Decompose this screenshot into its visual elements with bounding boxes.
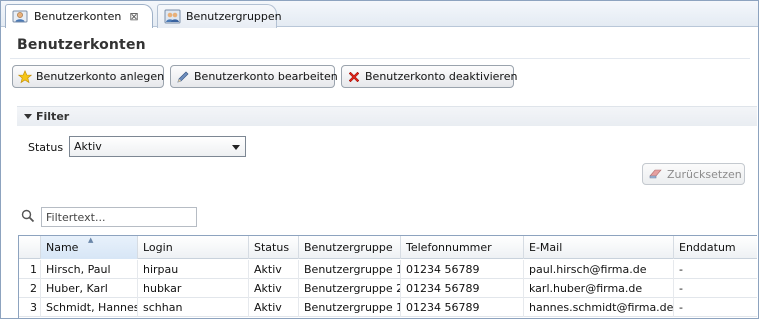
column-header-login[interactable]: Login bbox=[138, 236, 249, 259]
column-header-index[interactable] bbox=[19, 236, 41, 259]
cell-group: Benutzergruppe 1 bbox=[299, 260, 401, 279]
status-select[interactable]: Aktiv bbox=[69, 136, 246, 157]
filter-title: Filter bbox=[36, 110, 70, 123]
row-number: 1 bbox=[19, 260, 41, 279]
page-title: Benutzerkonten bbox=[17, 37, 146, 53]
accounts-table: Name ▲ Login Status Benutzergruppe Telef… bbox=[18, 235, 757, 318]
cell-group: Benutzergruppe 1 bbox=[299, 298, 401, 317]
table-header: Name ▲ Login Status Benutzergruppe Telef… bbox=[19, 236, 757, 259]
cell-phone: 01234 56789 bbox=[401, 279, 524, 298]
close-icon[interactable]: ⊠ bbox=[129, 10, 138, 23]
edit-account-button[interactable]: Benutzerkonto bearbeiten bbox=[170, 65, 338, 88]
create-account-button[interactable]: Benutzerkonto anlegen bbox=[12, 65, 164, 88]
star-icon bbox=[18, 69, 32, 84]
eraser-icon bbox=[649, 168, 663, 180]
cell-phone: 01234 56789 bbox=[401, 298, 524, 317]
sort-ascending-icon: ▲ bbox=[88, 236, 94, 244]
column-header-group[interactable]: Benutzergruppe bbox=[299, 236, 401, 259]
cell-login: hubkar bbox=[138, 279, 249, 298]
cell-name: Schmidt, Hannes bbox=[41, 298, 138, 317]
cell-status: Aktiv bbox=[249, 279, 299, 298]
deactivate-account-button[interactable]: Benutzerkonto deaktivieren bbox=[341, 65, 518, 88]
chevron-down-icon bbox=[232, 145, 240, 150]
search-icon bbox=[21, 209, 35, 223]
column-header-label: Name bbox=[46, 241, 79, 254]
pencil-icon bbox=[176, 70, 190, 84]
status-label: Status bbox=[28, 141, 64, 154]
column-header-email[interactable]: E-Mail bbox=[524, 236, 674, 259]
tab-label: Benutzerkonten bbox=[34, 10, 122, 23]
column-header-name[interactable]: Name ▲ bbox=[41, 236, 138, 259]
cell-email: hannes.schmidt@firma.de bbox=[524, 298, 674, 317]
cell-login: schhan bbox=[138, 298, 249, 317]
collapse-triangle-icon[interactable] bbox=[24, 114, 32, 119]
status-select-value: Aktiv bbox=[74, 140, 102, 153]
user-group-icon bbox=[164, 9, 182, 25]
row-number: 2 bbox=[19, 279, 41, 298]
column-header-phone[interactable]: Telefonnummer bbox=[401, 236, 524, 259]
cell-group: Benutzergruppe 2 bbox=[299, 279, 401, 298]
cell-enddate: - bbox=[679, 282, 683, 295]
column-header-status[interactable]: Status bbox=[249, 236, 299, 259]
filter-section-header[interactable] bbox=[17, 106, 757, 126]
red-x-icon bbox=[347, 70, 361, 84]
cell-email: karl.huber@firma.de bbox=[524, 279, 674, 298]
cell-name: Huber, Karl bbox=[41, 279, 138, 298]
button-label: Benutzerkonto anlegen bbox=[36, 70, 165, 83]
tab-label: Benutzergruppen bbox=[186, 10, 282, 23]
cell-status: Aktiv bbox=[249, 260, 299, 279]
cell-name: Hirsch, Paul bbox=[41, 260, 138, 279]
cell-login: hirpau bbox=[138, 260, 249, 279]
user-account-icon bbox=[12, 9, 30, 25]
cell-enddate: - bbox=[679, 301, 683, 314]
table-row[interactable]: 2 Huber, Karl hubkar Aktiv Benutzergrupp… bbox=[19, 279, 757, 298]
divider bbox=[10, 58, 750, 59]
tab-benutzergruppen[interactable]: Benutzergruppen bbox=[157, 4, 282, 28]
cell-phone: 01234 56789 bbox=[401, 260, 524, 279]
button-label: Zurücksetzen bbox=[667, 167, 742, 181]
table-row[interactable]: 3 Schmidt, Hannes schhan Aktiv Benutzerg… bbox=[19, 298, 757, 317]
tab-bar: Benutzerkonten ⊠ Benutzergruppen bbox=[1, 1, 758, 28]
cell-enddate: - bbox=[679, 263, 683, 276]
row-number: 3 bbox=[19, 298, 41, 317]
button-label: Benutzerkonto bearbeiten bbox=[194, 70, 338, 83]
tab-benutzerkonten[interactable]: Benutzerkonten ⊠ bbox=[5, 4, 153, 28]
cell-status: Aktiv bbox=[249, 298, 299, 317]
cell-email: paul.hirsch@firma.de bbox=[524, 260, 674, 279]
reset-button[interactable]: Zurücksetzen bbox=[642, 163, 745, 185]
table-row[interactable]: 1 Hirsch, Paul hirpau Aktiv Benutzergrup… bbox=[19, 260, 757, 279]
column-header-enddate[interactable]: Enddatum bbox=[674, 236, 757, 259]
button-label: Benutzerkonto deaktivieren bbox=[365, 70, 518, 83]
search-input[interactable] bbox=[41, 207, 197, 227]
